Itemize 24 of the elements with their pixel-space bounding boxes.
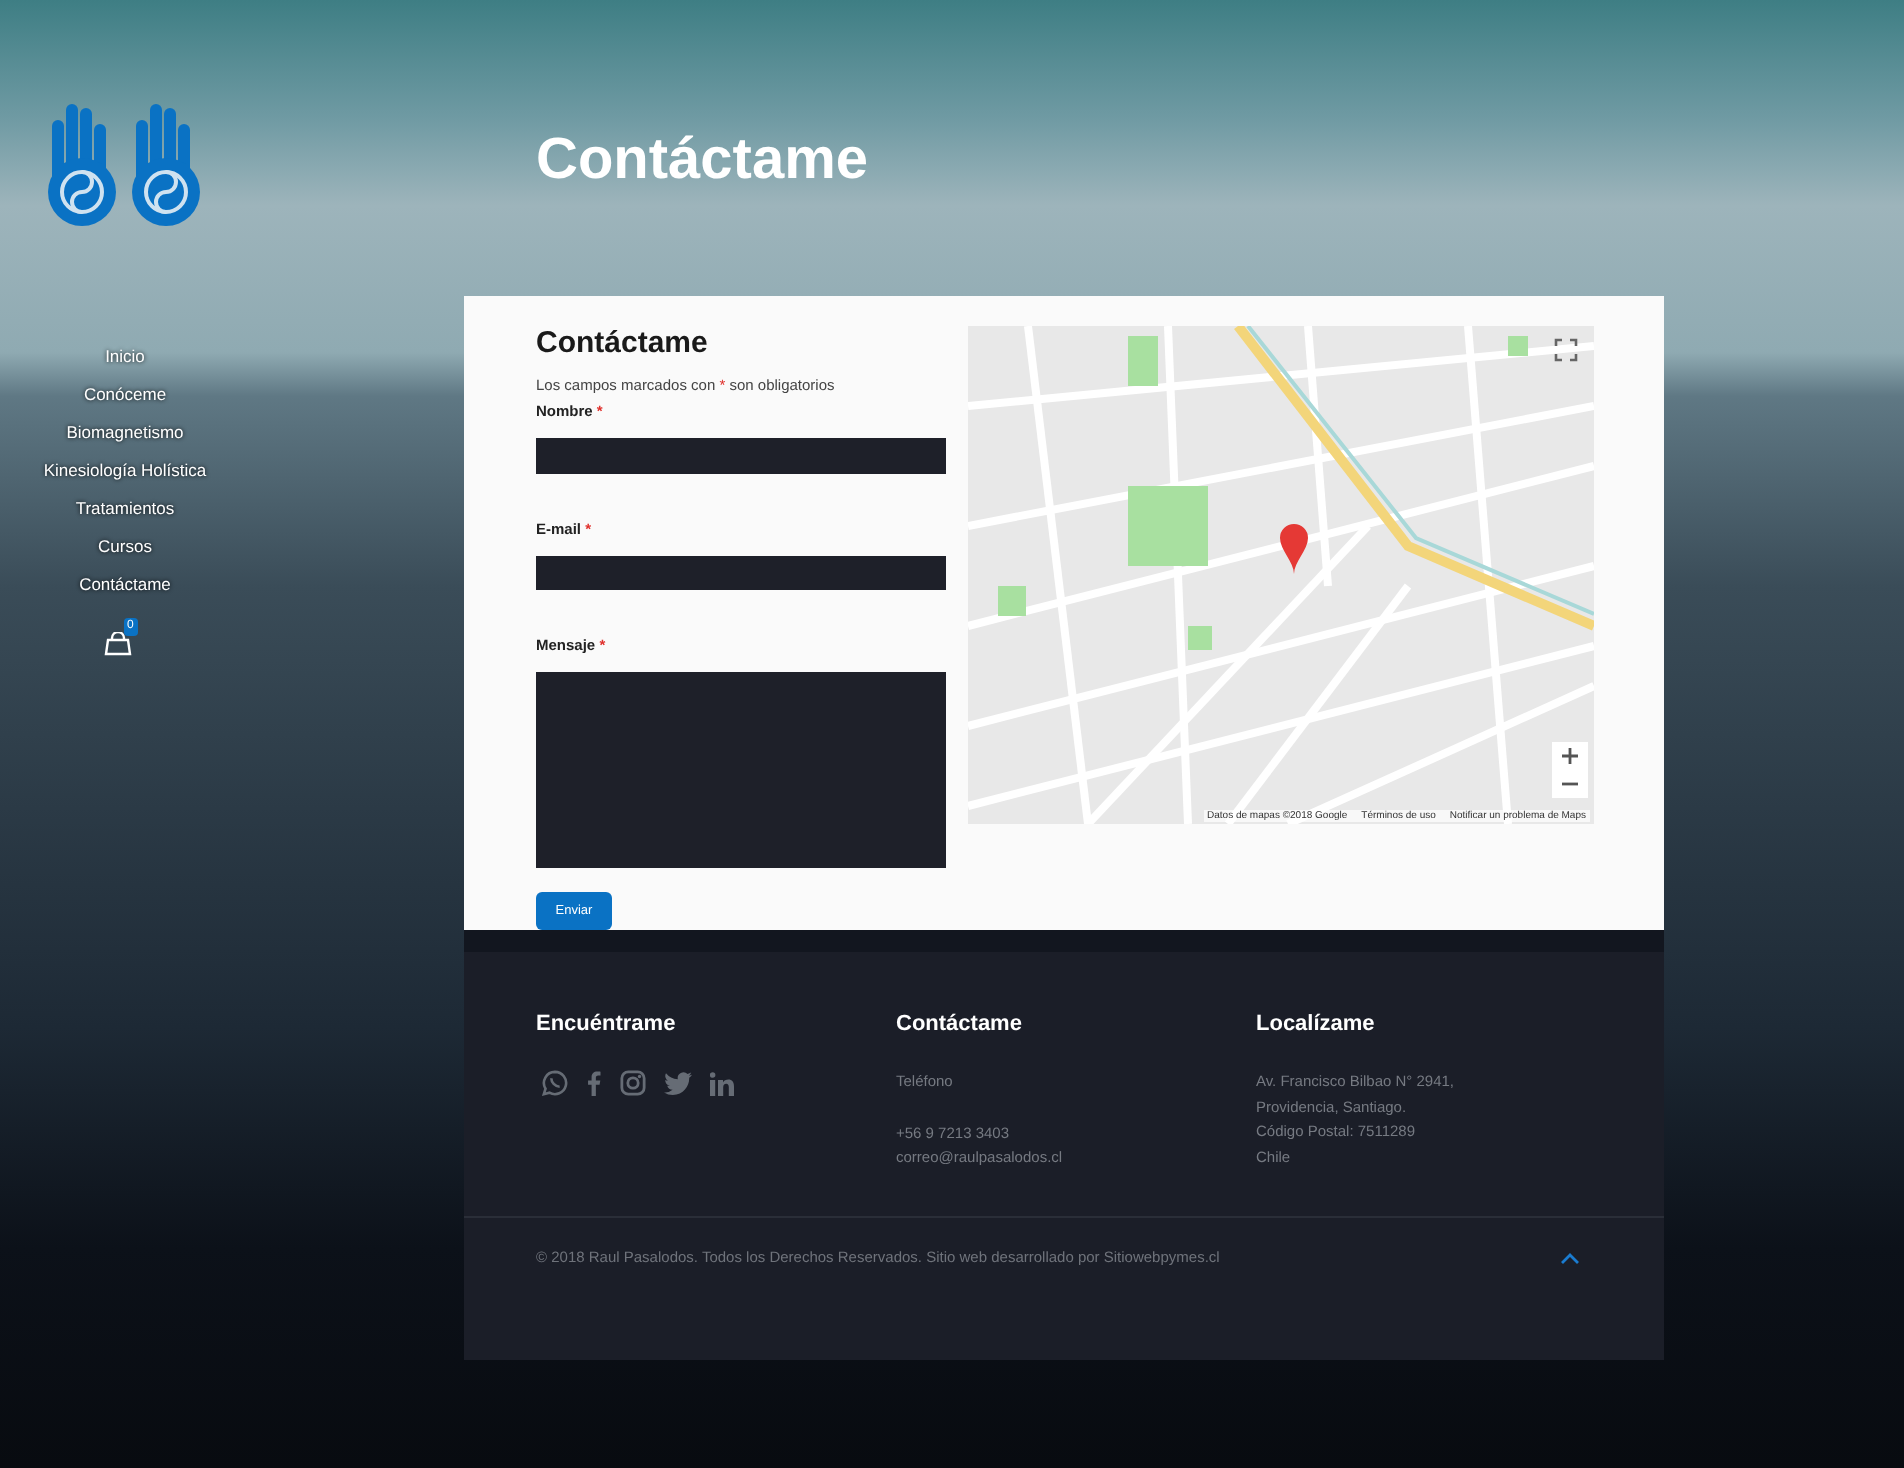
- linkedin-icon[interactable]: [710, 1071, 734, 1095]
- facebook-icon[interactable]: [586, 1070, 602, 1096]
- nav-link[interactable]: Kinesiología Holística: [43, 456, 207, 486]
- nav-link[interactable]: Tratamientos: [75, 494, 175, 524]
- page-title: Contáctame: [536, 126, 870, 194]
- shopping-bag-icon[interactable]: [103, 632, 131, 656]
- form-title: Contáctame: [536, 326, 710, 362]
- footer-heading: Localízame: [1256, 1010, 1377, 1038]
- hands-logo-icon: [43, 104, 203, 228]
- twitter-icon[interactable]: [664, 1071, 692, 1095]
- footer-heading: Encuéntrame: [536, 1010, 678, 1038]
- footer-heading: Contáctame: [896, 1010, 1024, 1038]
- nav-link[interactable]: Contáctame: [79, 570, 171, 600]
- nav-link[interactable]: Biomagnetismo: [66, 418, 184, 448]
- nav-link[interactable]: Cursos: [98, 532, 152, 562]
- scroll-up-chevron-icon[interactable]: [1560, 1251, 1580, 1263]
- instagram-icon[interactable]: [620, 1070, 646, 1096]
- input-field[interactable]: [536, 438, 946, 474]
- fullscreen-icon[interactable]: [1554, 338, 1578, 362]
- nav-link[interactable]: Conóceme: [83, 380, 167, 410]
- message-field[interactable]: [536, 672, 946, 869]
- input-field[interactable]: [536, 555, 946, 591]
- whatsapp-icon[interactable]: [542, 1070, 568, 1096]
- plus-icon: [1562, 748, 1578, 764]
